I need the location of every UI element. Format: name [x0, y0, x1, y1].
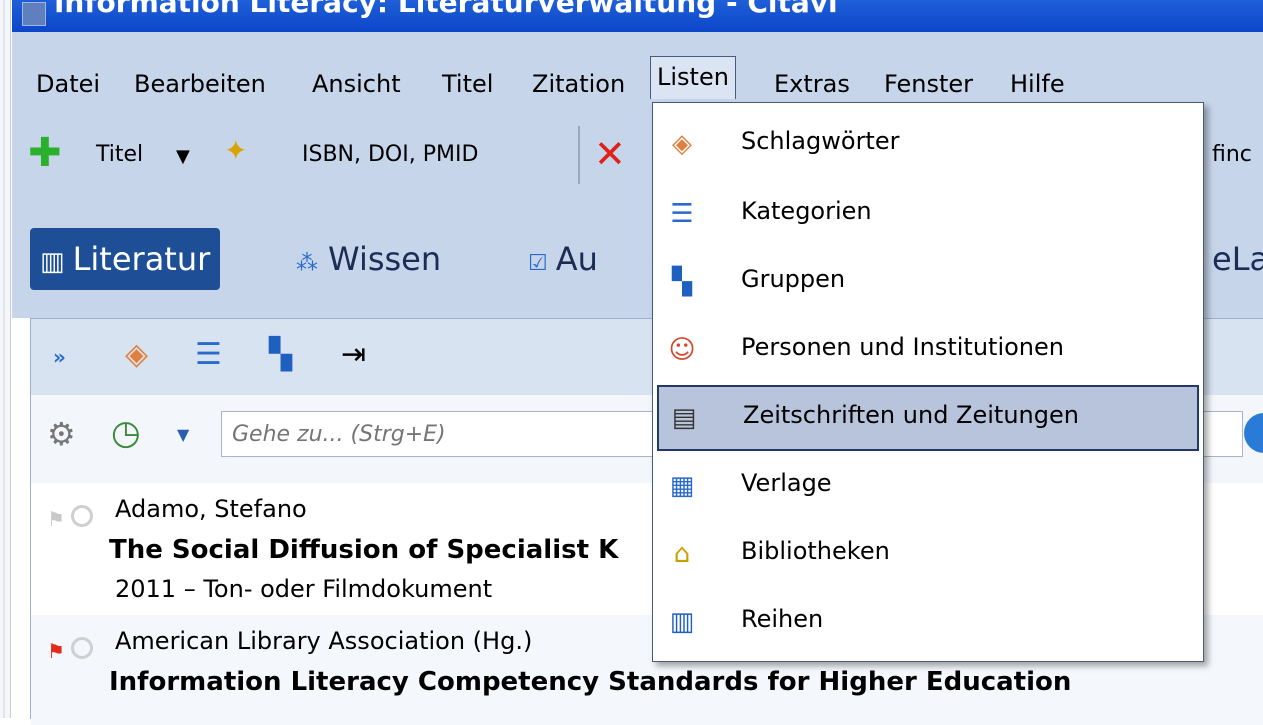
menu-hilfe[interactable]: Hilfe	[1006, 68, 1069, 100]
menu-extras[interactable]: Extras	[770, 68, 854, 100]
books-icon: ▥	[40, 247, 65, 277]
person-card-icon: ☺	[668, 335, 696, 365]
flag-icon[interactable]: ⚑	[47, 507, 65, 531]
tab-literatur[interactable]: ▥ Literatur	[30, 228, 221, 290]
toolbar-separator	[578, 126, 580, 184]
menu-item-schlagwoerter[interactable]: ◈ Schlagwörter	[657, 113, 1195, 175]
category-tree-icon: ☰	[670, 199, 694, 229]
menu-item-label: Bibliotheken	[741, 537, 890, 565]
listen-dropdown-menu: ◈ Schlagwörter ☰ Kategorien ▚ Gruppen ☺ …	[652, 102, 1204, 662]
menu-item-reihen[interactable]: ▥ Reihen	[657, 591, 1195, 653]
tag-icon: ◈	[672, 129, 692, 159]
category-filter-icon[interactable]: ☰	[195, 337, 222, 372]
knowledge-network-icon: ⁂	[296, 251, 318, 276]
tab-aufgaben[interactable]: ☑ Au	[528, 228, 598, 290]
entry-title: Information Literacy Competency Standard…	[109, 667, 1072, 697]
entry-meta: 2011 – Ton- oder Filmdokument	[115, 575, 493, 603]
tab-literatur-label: Literatur	[72, 240, 211, 278]
entry-author: Adamo, Stefano	[115, 495, 307, 523]
series-books-icon: ▥	[669, 607, 695, 637]
groups-icon: ▚	[672, 267, 692, 297]
add-plus-icon[interactable]: ✚	[28, 130, 62, 176]
menu-item-label: Zeitschriften und Zeitungen	[743, 401, 1079, 429]
gear-icon[interactable]: ⚙	[47, 415, 76, 453]
menu-ansicht[interactable]: Ansicht	[308, 68, 405, 100]
chevron-down-icon[interactable]: ▼	[176, 146, 190, 167]
globe-icon[interactable]	[1244, 413, 1263, 453]
add-title-button[interactable]: Titel	[96, 142, 143, 167]
menu-item-label: Kategorien	[741, 197, 872, 225]
flag-icon[interactable]: ⚑	[47, 639, 65, 663]
history-clock-icon[interactable]: ◷	[111, 413, 141, 453]
menu-fenster[interactable]: Fenster	[880, 68, 977, 100]
tab-aufgaben-label: Au	[555, 240, 598, 278]
isbn-lookup-button[interactable]: ISBN, DOI, PMID	[302, 142, 478, 167]
window-left-border	[0, 0, 11, 718]
menu-item-verlage[interactable]: ▦ Verlage	[657, 455, 1195, 517]
entry-author: American Library Association (Hg.)	[115, 627, 533, 655]
menu-bar: Datei Bearbeiten Ansicht Titel Zitation …	[12, 56, 1263, 106]
menu-item-personen[interactable]: ☺ Personen und Institutionen	[657, 319, 1195, 381]
window-title: Information Literacy: Literaturverwaltun…	[54, 0, 838, 19]
menu-item-label: Verlage	[741, 469, 832, 497]
building-icon: ▦	[669, 471, 695, 501]
title-bar: Information Literacy: Literaturverwaltun…	[12, 0, 1263, 32]
entry-title: The Social Diffusion of Specialist K	[109, 535, 619, 565]
chevron-down-icon[interactable]: ▼	[177, 425, 189, 444]
search-input[interactable]	[230, 413, 634, 455]
menu-item-zeitschriften[interactable]: ▤ Zeitschriften und Zeitungen	[657, 385, 1199, 451]
menu-item-bibliotheken[interactable]: ⌂ Bibliotheken	[657, 523, 1195, 585]
find-button-partial[interactable]: finc	[1212, 142, 1252, 167]
app-icon	[22, 2, 46, 26]
menu-zitation[interactable]: Zitation	[528, 68, 629, 100]
newspaper-icon: ▤	[671, 403, 697, 433]
menu-item-gruppen[interactable]: ▚ Gruppen	[657, 251, 1195, 313]
magic-wand-icon[interactable]: ✦	[224, 134, 247, 167]
menu-item-label: Gruppen	[741, 265, 846, 293]
import-filter-icon[interactable]: ⇥	[341, 337, 366, 372]
tab-wissen[interactable]: ⁂ Wissen	[296, 228, 441, 290]
task-list-icon: ☑	[528, 251, 548, 276]
tab-wissen-label: Wissen	[328, 240, 442, 278]
menu-titel[interactable]: Titel	[438, 68, 497, 100]
menu-bearbeiten[interactable]: Bearbeiten	[130, 68, 270, 100]
menu-item-kategorien[interactable]: ☰ Kategorien	[657, 183, 1195, 245]
tag-filter-icon[interactable]: ◈	[125, 337, 148, 372]
menu-item-label: Personen und Institutionen	[741, 333, 1064, 361]
group-filter-icon[interactable]: ▚	[269, 337, 292, 372]
delete-icon[interactable]: ✕	[594, 132, 626, 176]
menu-datei[interactable]: Datei	[32, 68, 104, 100]
tab-right-partial[interactable]: eLa	[1212, 228, 1263, 290]
status-circle-icon[interactable]	[71, 505, 93, 527]
menu-listen[interactable]: Listen	[650, 56, 736, 99]
expand-chevrons-icon[interactable]: »	[53, 345, 66, 369]
library-icon: ⌂	[673, 539, 691, 569]
menu-item-label: Reihen	[741, 605, 824, 633]
status-circle-icon[interactable]	[71, 637, 93, 659]
menu-item-label: Schlagwörter	[741, 127, 900, 155]
